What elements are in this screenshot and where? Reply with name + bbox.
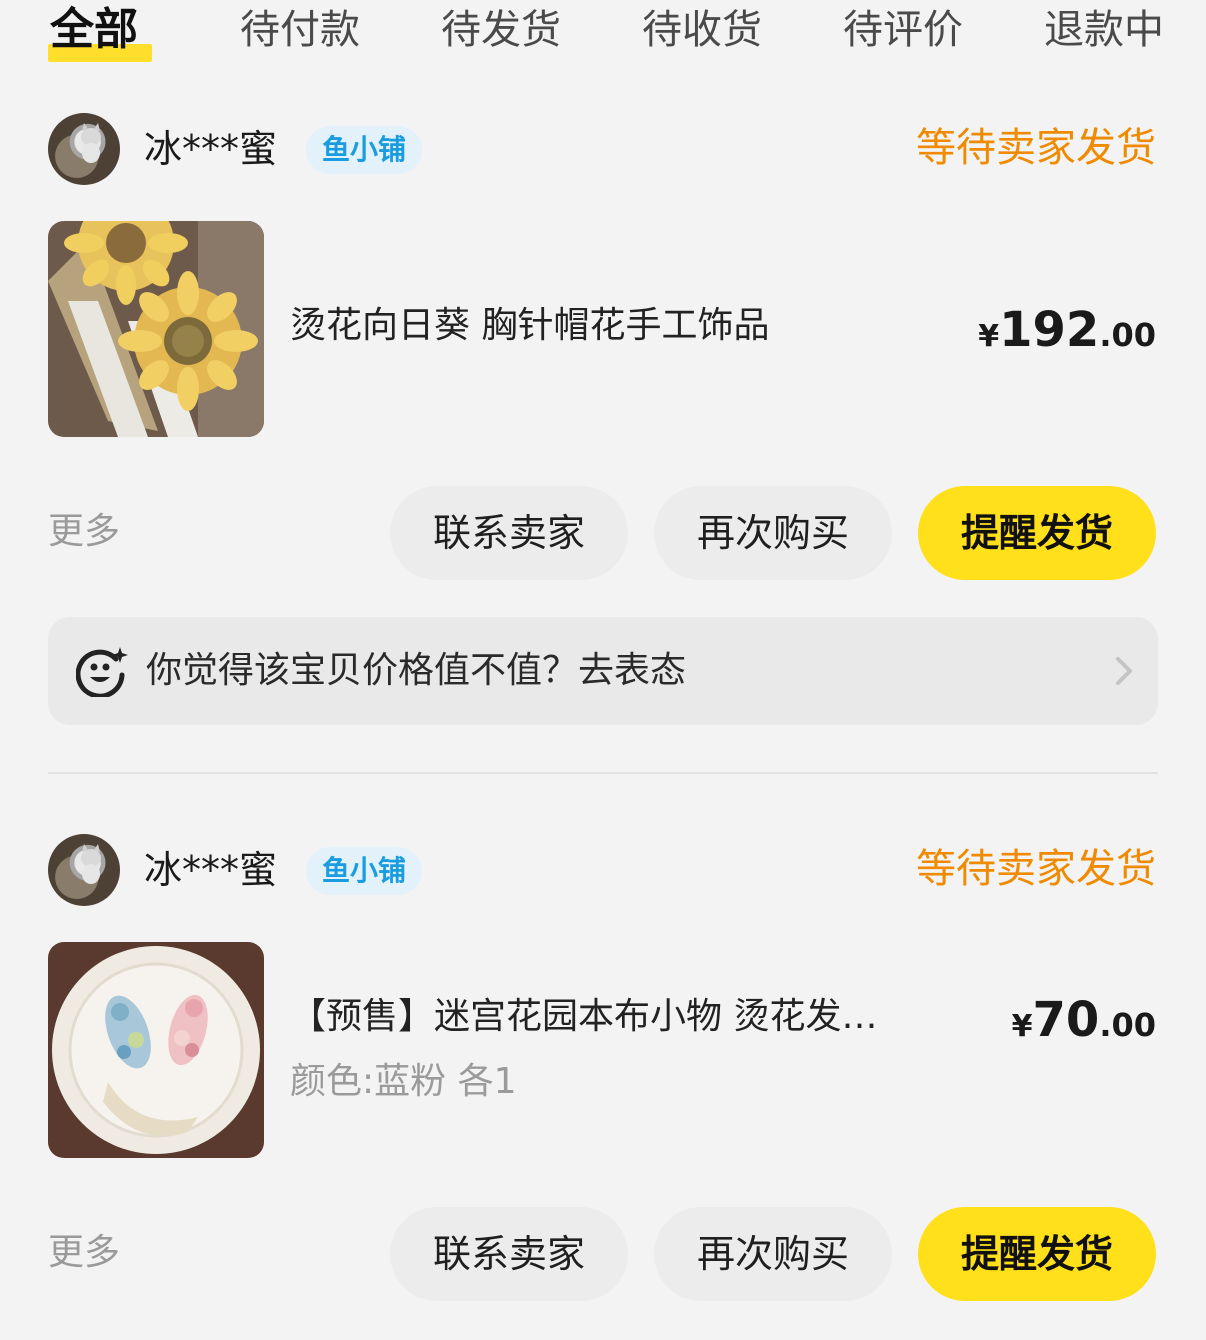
cat-photo-icon (81, 844, 101, 884)
tab-pending-receipt[interactable]: 待收货 (642, 4, 762, 56)
item-title[interactable]: 【预售】迷宫花园本布小物 烫花发… (290, 993, 877, 1041)
price-feedback-banner[interactable]: 你觉得该宝贝价格值不值？去表态 (48, 617, 1158, 725)
chevron-right-icon (1116, 657, 1132, 685)
price-decimal: .00 (1099, 1006, 1156, 1044)
more-link[interactable]: 更多 (48, 508, 120, 556)
shop-name[interactable]: 冰***蜜 (144, 124, 277, 174)
price-decimal: .00 (1099, 316, 1156, 354)
shop-name[interactable]: 冰***蜜 (144, 845, 277, 895)
tab-pending-payment[interactable]: 待付款 (240, 4, 360, 56)
price-integer: 192 (999, 302, 1100, 358)
tab-refunding[interactable]: 退款中 (1044, 4, 1164, 56)
price-currency: ¥ (978, 319, 1000, 354)
item-price: ¥70.00 (1012, 990, 1156, 1061)
seller-avatar[interactable] (48, 113, 120, 185)
cat-photo-icon (81, 123, 101, 163)
contact-seller-button[interactable]: 联系卖家 (390, 486, 628, 580)
order-status: 等待卖家发货 (916, 125, 1156, 171)
shop-badge: 鱼小铺 (306, 847, 423, 895)
tab-pending-review[interactable]: 待评价 (843, 4, 963, 56)
sunflower-brooch-image (48, 221, 264, 437)
price-integer: 70 (1032, 992, 1100, 1048)
order-status: 等待卖家发货 (916, 846, 1156, 892)
rebuy-button[interactable]: 再次购买 (654, 486, 892, 580)
item-thumbnail[interactable] (48, 942, 264, 1158)
seller-avatar[interactable] (48, 834, 120, 906)
remind-shipment-button[interactable]: 提醒发货 (918, 486, 1156, 580)
price-currency: ¥ (1011, 1009, 1033, 1044)
shop-badge: 鱼小铺 (306, 126, 423, 174)
contact-seller-button[interactable]: 联系卖家 (390, 1207, 628, 1301)
feedback-text: 你觉得该宝贝价格值不值？去表态 (146, 650, 687, 691)
rebuy-button[interactable]: 再次购买 (654, 1207, 892, 1301)
plate-flower-clips-image (48, 942, 264, 1158)
item-title[interactable]: 烫花向日葵 胸针帽花手工饰品 (290, 302, 769, 350)
item-sku: 颜色:蓝粉 各1 (290, 1061, 517, 1102)
order-tabs: 全部 待付款 待发货 待收货 待评价 退款中 (0, 0, 1206, 70)
item-thumbnail[interactable] (48, 221, 264, 437)
smile-sparkle-icon (76, 647, 128, 697)
order-divider (48, 772, 1158, 774)
remind-shipment-button[interactable]: 提醒发货 (918, 1207, 1156, 1301)
tab-pending-shipment[interactable]: 待发货 (441, 4, 561, 56)
more-link[interactable]: 更多 (48, 1229, 120, 1277)
item-price: ¥192.00 (978, 300, 1156, 371)
tab-all[interactable]: 全部 (50, 4, 138, 56)
